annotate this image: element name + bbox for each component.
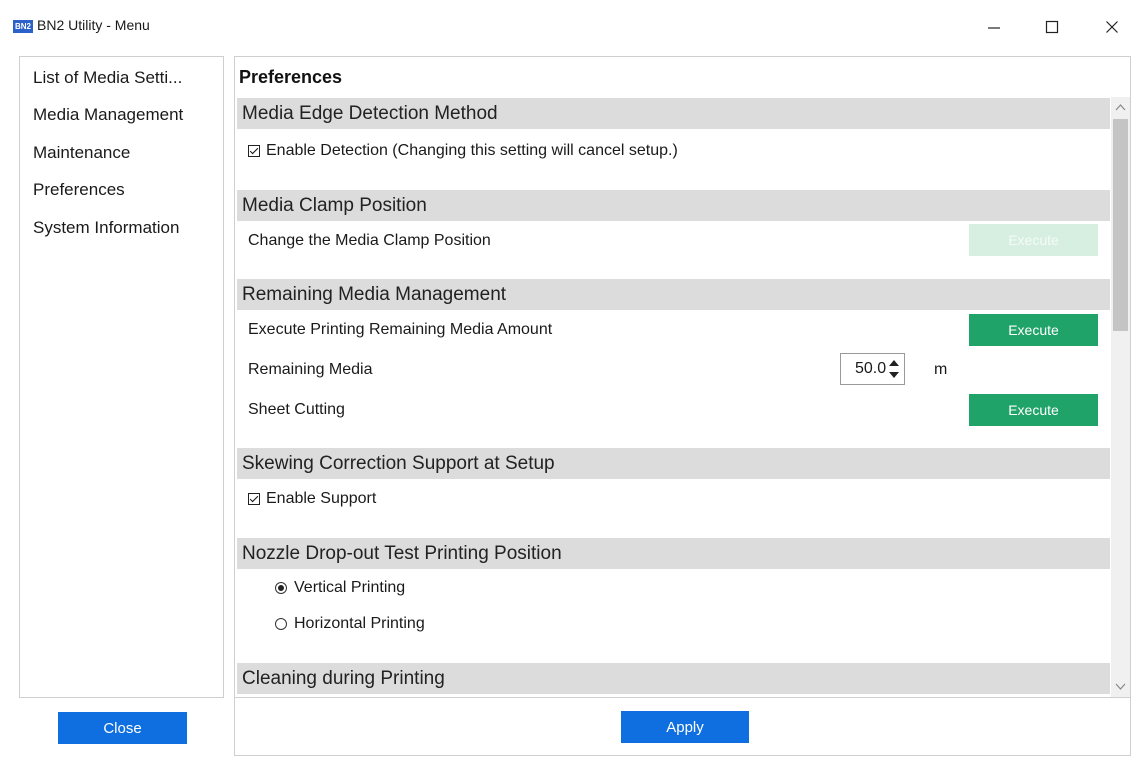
sidebar-item-system-information[interactable]: System Information xyxy=(33,218,179,238)
window-title: BN2 Utility - Menu xyxy=(37,17,150,33)
scrollbar-thumb[interactable] xyxy=(1113,119,1128,331)
close-button[interactable]: Close xyxy=(58,712,187,744)
vertical-printing-radio[interactable]: Vertical Printing xyxy=(275,579,405,597)
clamp-execute-button[interactable]: Execute xyxy=(969,224,1098,256)
section-title: Media Clamp Position xyxy=(242,195,427,216)
section-header-cleaning: Cleaning during Printing xyxy=(237,663,1110,694)
sheet-cutting-label: Sheet Cutting xyxy=(248,401,345,418)
sidebar: List of Media Setti... Media Management … xyxy=(19,56,224,698)
checkbox-checked-icon xyxy=(248,145,260,157)
minimize-icon xyxy=(988,27,1000,29)
radio-label: Vertical Printing xyxy=(294,579,406,596)
checkbox-label: Enable Support xyxy=(266,490,377,507)
remaining-media-stepper[interactable]: 50.0 xyxy=(840,353,905,385)
print-remaining-execute-button[interactable]: Execute xyxy=(969,314,1098,346)
section-header-clamp-position: Media Clamp Position xyxy=(237,190,1110,221)
close-window-button[interactable] xyxy=(1092,12,1132,42)
preferences-panel: Preferences Media Edge Detection Method … xyxy=(234,56,1131,698)
sidebar-item-maintenance[interactable]: Maintenance xyxy=(33,143,130,163)
radio-unselected-icon xyxy=(275,618,287,630)
page-title: Preferences xyxy=(239,67,343,87)
enable-detection-checkbox[interactable]: Enable Detection (Changing this setting … xyxy=(248,142,678,160)
section-header-edge-detection: Media Edge Detection Method xyxy=(237,98,1110,129)
section-title: Skewing Correction Support at Setup xyxy=(242,453,555,474)
section-header-skewing-correction: Skewing Correction Support at Setup xyxy=(237,448,1110,479)
remaining-media-unit: m xyxy=(934,361,948,378)
sidebar-item-list-of-media-settings[interactable]: List of Media Setti... xyxy=(33,68,182,88)
checkbox-label: Enable Detection (Changing this setting … xyxy=(266,142,678,159)
title-bar: BN2 BN2 Utility - Menu xyxy=(0,0,1133,52)
section-title: Nozzle Drop-out Test Printing Position xyxy=(242,543,562,564)
scroll-up-icon[interactable] xyxy=(1115,103,1126,111)
horizontal-printing-radio[interactable]: Horizontal Printing xyxy=(275,615,425,633)
maximize-icon xyxy=(1045,20,1059,34)
clamp-position-label: Change the Media Clamp Position xyxy=(248,232,491,249)
section-title: Remaining Media Management xyxy=(242,284,507,305)
radio-label: Horizontal Printing xyxy=(294,615,425,632)
minimize-button[interactable] xyxy=(974,12,1014,42)
section-header-remaining-media: Remaining Media Management xyxy=(237,279,1110,310)
footer-bar: Apply xyxy=(234,698,1131,756)
section-title: Cleaning during Printing xyxy=(242,668,445,689)
maximize-button[interactable] xyxy=(1032,12,1072,42)
apply-button[interactable]: Apply xyxy=(621,711,749,743)
section-title: Media Edge Detection Method xyxy=(242,103,498,124)
close-icon xyxy=(1106,21,1118,33)
radio-selected-icon xyxy=(275,582,287,594)
spin-arrows-icon[interactable] xyxy=(887,357,901,381)
section-header-nozzle-test: Nozzle Drop-out Test Printing Position xyxy=(237,538,1110,569)
app-icon: BN2 xyxy=(13,20,33,33)
enable-support-checkbox[interactable]: Enable Support xyxy=(248,490,376,508)
print-remaining-label: Execute Printing Remaining Media Amount xyxy=(248,321,553,338)
vertical-scrollbar[interactable] xyxy=(1111,97,1130,697)
checkbox-checked-icon xyxy=(248,493,260,505)
scroll-down-icon[interactable] xyxy=(1115,683,1126,691)
remaining-media-label: Remaining Media xyxy=(248,361,373,378)
sidebar-item-media-management[interactable]: Media Management xyxy=(33,105,183,125)
sidebar-item-preferences[interactable]: Preferences xyxy=(33,180,125,200)
sheet-cutting-execute-button[interactable]: Execute xyxy=(969,394,1098,426)
